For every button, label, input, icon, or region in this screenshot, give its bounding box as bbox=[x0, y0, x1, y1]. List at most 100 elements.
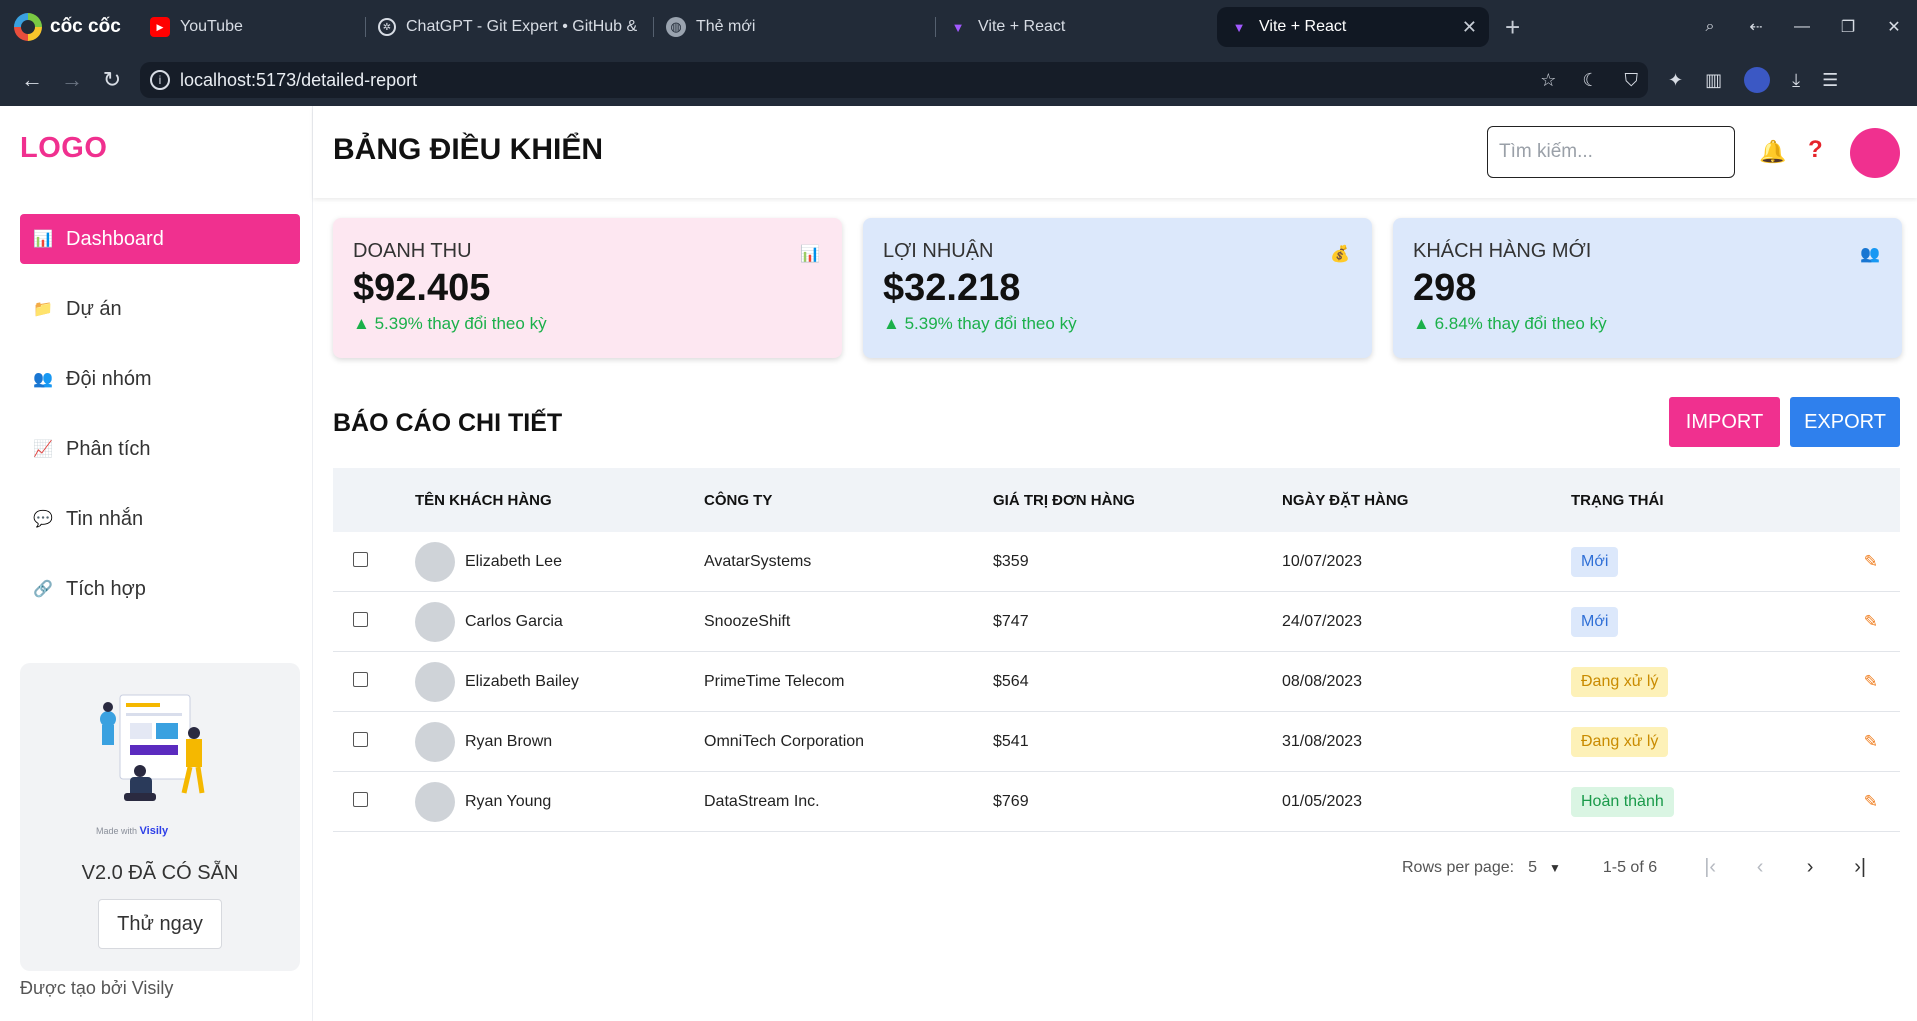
tab-vite-1[interactable]: ▼ Vite + React bbox=[936, 7, 1217, 47]
tab-vite-active[interactable]: ▼ Vite + React ✕ bbox=[1217, 7, 1489, 47]
browser-brand-label: cốc cốc bbox=[50, 16, 121, 37]
sidebar-item-projects[interactable]: 📁 Dự án bbox=[20, 284, 300, 334]
up-triangle-icon: ▲ bbox=[883, 314, 900, 333]
sidebar-nav: 📊 Dashboard 📁 Dự án 👥 Đội nhóm 📈 Phân tí… bbox=[20, 214, 300, 634]
row-checkbox[interactable] bbox=[353, 731, 368, 747]
status-badge: Mới bbox=[1571, 546, 1619, 577]
app-logo[interactable]: LOGO bbox=[20, 132, 107, 165]
row-checkbox[interactable] bbox=[353, 551, 368, 567]
column-header-order-value[interactable]: GIÁ TRỊ ĐƠN HÀNG bbox=[993, 492, 1282, 509]
tab-chatgpt[interactable]: ✲ ChatGPT - Git Expert • GitHub & bbox=[366, 7, 654, 47]
sidebar-item-analytics[interactable]: 📈 Phân tích bbox=[20, 424, 300, 474]
user-avatar[interactable] bbox=[1850, 128, 1900, 178]
sidebar-item-dashboard[interactable]: 📊 Dashboard bbox=[20, 214, 300, 264]
sidebar-item-messages[interactable]: 💬 Tin nhắn bbox=[20, 494, 300, 544]
url-text[interactable]: localhost:5173/detailed-report bbox=[180, 70, 417, 91]
export-button[interactable]: EXPORT bbox=[1790, 397, 1900, 447]
maximize-icon[interactable]: ❐ bbox=[1825, 17, 1871, 37]
rows-per-page-label: Rows per page: bbox=[1402, 858, 1515, 876]
browser-brand[interactable]: cốc cốc bbox=[0, 13, 138, 41]
customer-avatar bbox=[415, 781, 455, 822]
close-window-icon[interactable]: ✕ bbox=[1871, 17, 1917, 37]
promo-card: Made with Visily V2.0 ĐÃ CÓ SẴN Thử ngay bbox=[20, 663, 300, 971]
site-info-icon[interactable]: i bbox=[150, 70, 170, 90]
import-button[interactable]: IMPORT bbox=[1669, 397, 1780, 447]
row-checkbox[interactable] bbox=[353, 671, 368, 687]
section-title: BÁO CÁO CHI TIẾT bbox=[333, 409, 563, 437]
download-icon[interactable]: ⤓ bbox=[1792, 70, 1800, 91]
order-value-cell: $747 bbox=[993, 612, 1029, 630]
team-icon: 👥 bbox=[33, 371, 53, 388]
prev-page-icon[interactable]: ‹ bbox=[1735, 856, 1785, 879]
minimize-icon[interactable]: — bbox=[1779, 18, 1825, 36]
bookmark-star-icon[interactable]: ☆ bbox=[1540, 70, 1556, 91]
column-header-customer[interactable]: TÊN KHÁCH HÀNG bbox=[415, 492, 704, 509]
made-with-text: Made with bbox=[96, 826, 138, 836]
column-header-order-date[interactable]: NGÀY ĐẶT HÀNG bbox=[1282, 492, 1571, 509]
table-row: Elizabeth Bailey PrimeTime Telecom $564 … bbox=[333, 652, 1900, 712]
extensions-icon[interactable]: ✦ bbox=[1668, 70, 1683, 91]
stat-card-change-text: 5.39% thay đổi theo kỳ bbox=[374, 314, 547, 333]
sidebar-item-integrations[interactable]: 🔗 Tích hợp bbox=[20, 564, 300, 614]
shield-icon[interactable]: ⛉ bbox=[1625, 70, 1639, 91]
edit-pencil-icon[interactable]: ✎ bbox=[1864, 552, 1878, 571]
column-header-company[interactable]: CÔNG TY bbox=[704, 492, 993, 509]
table-row: Carlos Garcia SnoozeShift $747 24/07/202… bbox=[333, 592, 1900, 652]
status-badge: Mới bbox=[1571, 606, 1619, 637]
stat-card-change: ▲ 5.39% thay đổi theo kỳ bbox=[883, 314, 1352, 334]
rows-per-page-select[interactable]: 5 bbox=[1528, 859, 1537, 877]
edit-pencil-icon[interactable]: ✎ bbox=[1864, 612, 1878, 631]
tab-label: YouTube bbox=[180, 18, 243, 35]
search-tabs-icon[interactable]: ⌕ bbox=[1687, 18, 1733, 36]
first-page-icon[interactable]: |‹ bbox=[1685, 856, 1735, 879]
table-header: TÊN KHÁCH HÀNG CÔNG TY GIÁ TRỊ ĐƠN HÀNG … bbox=[333, 468, 1900, 532]
status-cell: Mới bbox=[1571, 546, 1831, 577]
vite-icon: ▼ bbox=[1232, 19, 1246, 35]
back-arrow-icon[interactable]: ⇠ bbox=[1733, 17, 1779, 37]
sidebar-item-label: Tin nhắn bbox=[66, 507, 144, 530]
next-page-icon[interactable]: › bbox=[1785, 856, 1835, 879]
sidebar-item-team[interactable]: 👥 Đội nhóm bbox=[20, 354, 300, 404]
company-cell: AvatarSystems bbox=[704, 552, 812, 570]
help-icon[interactable]: ? bbox=[1808, 136, 1823, 164]
bar-chart-icon: 📊 bbox=[800, 246, 820, 263]
row-checkbox[interactable] bbox=[353, 791, 368, 807]
edit-pencil-icon[interactable]: ✎ bbox=[1864, 732, 1878, 751]
users-icon: 👥 bbox=[1860, 246, 1880, 263]
table-body: Elizabeth Lee AvatarSystems $359 10/07/2… bbox=[333, 532, 1900, 832]
company-cell: DataStream Inc. bbox=[704, 792, 820, 810]
caret-down-icon[interactable]: ▼ bbox=[1549, 861, 1561, 875]
stat-card-label: DOANH THU bbox=[353, 240, 472, 262]
sidebar-toggle-icon[interactable]: ▥ bbox=[1705, 70, 1722, 91]
menu-icon[interactable]: ☰ bbox=[1822, 70, 1838, 91]
try-now-button[interactable]: Thử ngay bbox=[98, 899, 222, 949]
dark-mode-icon[interactable]: ☾ bbox=[1582, 70, 1598, 91]
company-cell: PrimeTime Telecom bbox=[704, 672, 845, 690]
visily-brand: Visily bbox=[139, 825, 169, 837]
forward-icon[interactable]: → bbox=[52, 67, 92, 93]
globe-icon: ◍ bbox=[666, 17, 686, 37]
bell-icon[interactable]: 🔔 bbox=[1759, 139, 1786, 165]
tab-youtube[interactable]: ▶ YouTube bbox=[138, 7, 366, 47]
status-cell: Đang xử lý bbox=[1571, 666, 1831, 697]
last-page-icon[interactable]: ›| bbox=[1835, 856, 1885, 879]
analytics-icon: 📈 bbox=[33, 441, 53, 458]
customer-cell: Ryan Brown bbox=[415, 721, 704, 762]
url-bar[interactable]: i localhost:5173/detailed-report ☆ ☾ ⛉ bbox=[140, 62, 1648, 98]
folder-icon: 📁 bbox=[33, 301, 53, 318]
edit-pencil-icon[interactable]: ✎ bbox=[1864, 792, 1878, 811]
new-tab-button[interactable]: + bbox=[1489, 12, 1536, 43]
search-input[interactable] bbox=[1487, 126, 1735, 178]
reload-icon[interactable]: ↻ bbox=[92, 67, 132, 93]
stat-card-label: LỢI NHUẬN bbox=[883, 240, 994, 262]
column-header-status[interactable]: TRẠNG THÁI bbox=[1571, 492, 1831, 509]
youtube-icon: ▶ bbox=[150, 17, 170, 37]
back-icon[interactable]: ← bbox=[12, 67, 52, 93]
customer-cell: Carlos Garcia bbox=[415, 601, 704, 642]
edit-pencil-icon[interactable]: ✎ bbox=[1864, 672, 1878, 691]
profile-avatar[interactable] bbox=[1744, 67, 1771, 93]
close-tab-icon[interactable]: ✕ bbox=[1462, 17, 1477, 38]
status-badge: Hoàn thành bbox=[1571, 786, 1674, 817]
row-checkbox[interactable] bbox=[353, 611, 368, 627]
tab-new[interactable]: ◍ Thẻ mới bbox=[654, 7, 936, 47]
